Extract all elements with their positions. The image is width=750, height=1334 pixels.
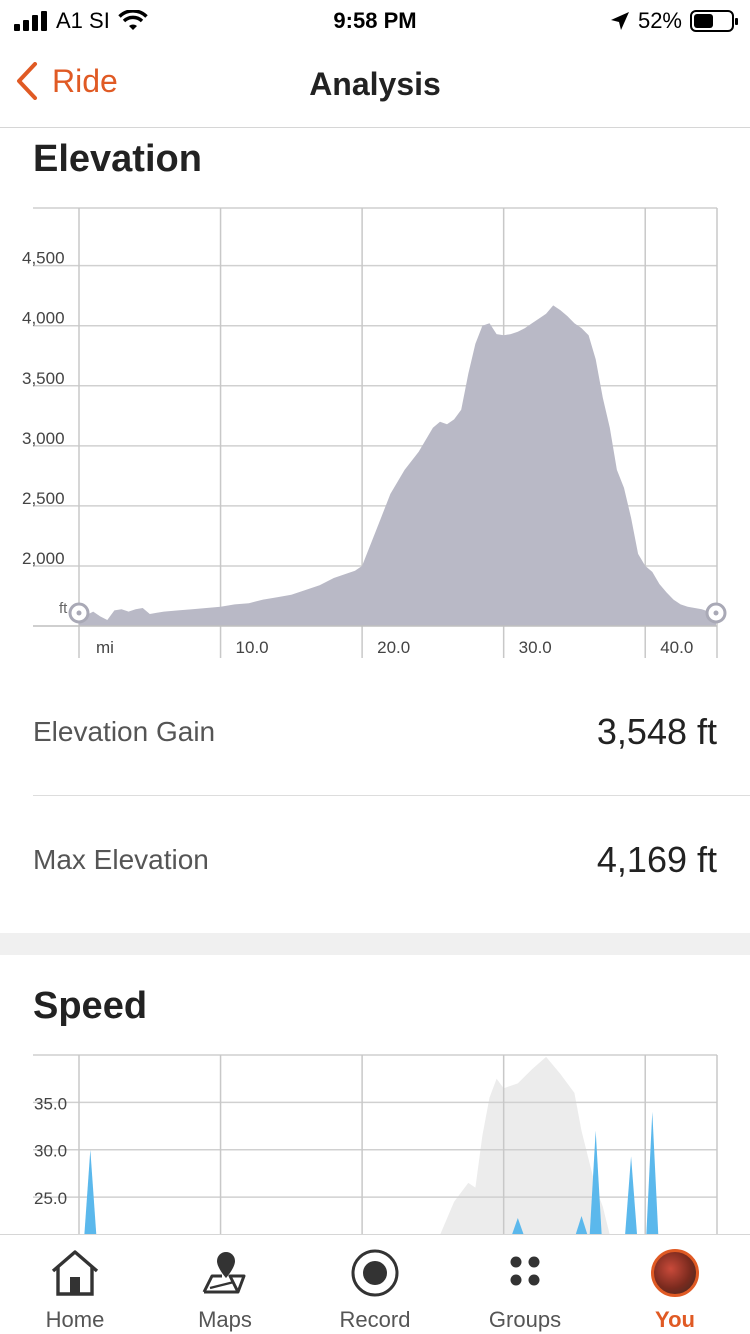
elevation-area: [79, 305, 716, 626]
tab-label: Record: [339, 1307, 411, 1332]
tab-record[interactable]: Record: [300, 1235, 450, 1334]
status-bar: A1 SI 9:58 PM 52%: [0, 0, 750, 40]
navigation-bar: Ride Analysis: [0, 40, 750, 128]
tab-label: Home: [45, 1307, 105, 1332]
tab-maps[interactable]: Maps: [150, 1235, 300, 1334]
max-elevation-row: Max Elevation 4,169 ft: [33, 820, 717, 900]
y-unit-label: ft: [59, 600, 68, 617]
tab-label: Maps: [198, 1307, 252, 1332]
elevation-chart[interactable]: 4,500 4,000 3,500 3,000 2,500 2,000 ft mi 10.0 20…: [0, 200, 750, 670]
avatar: [651, 1249, 699, 1297]
y-tick-label: 25.0: [34, 1189, 67, 1208]
max-elevation-label: Max Elevation: [33, 844, 209, 875]
tab-you[interactable]: You: [600, 1235, 750, 1334]
elevation-gain-row: Elevation Gain 3,548 ft: [33, 692, 717, 772]
speed-title: Speed: [33, 985, 148, 1027]
x-unit-label: mi: [96, 638, 114, 657]
tab-label: You: [655, 1307, 695, 1332]
avatar-wrapper: [649, 1247, 701, 1299]
battery-percent: 52%: [637, 8, 682, 33]
x-tick-label: 20.0: [377, 638, 410, 657]
y-tick-label: 2,500: [22, 489, 65, 508]
tab-bar: Home Maps Record Groups You: [0, 1234, 750, 1334]
maps-icon: [199, 1247, 251, 1299]
speed-spike: [625, 1156, 638, 1235]
battery-icon: [690, 10, 738, 32]
location-arrow-icon: [610, 12, 629, 30]
battery-level: [694, 14, 713, 28]
y-tick-label: 30.0: [34, 1142, 67, 1161]
record-icon: [349, 1247, 401, 1299]
elevation-gain-value: 3,548 ft: [596, 711, 717, 752]
page-title: Analysis: [309, 66, 441, 102]
x-tick-label: 10.0: [236, 638, 269, 657]
tab-label: Groups: [488, 1307, 562, 1332]
status-right: 52%: [610, 8, 738, 34]
y-tick-label: 4,000: [22, 309, 65, 328]
speed-spike: [646, 1111, 659, 1235]
tab-groups[interactable]: Groups: [450, 1235, 600, 1334]
y-tick-label: 3,500: [22, 369, 65, 388]
groups-icon: [499, 1247, 551, 1299]
y-tick-label: 3,000: [22, 429, 65, 448]
max-elevation-value: 4,169 ft: [596, 839, 717, 880]
elevation-overlay-area: [439, 1056, 610, 1235]
tab-home[interactable]: Home: [0, 1235, 150, 1334]
y-tick-label: 4,500: [22, 249, 65, 268]
section-separator: [0, 933, 750, 955]
speed-spike: [84, 1149, 97, 1235]
y-tick-label: 35.0: [34, 1094, 67, 1113]
speed-chart[interactable]: 35.0 30.0 25.0: [0, 1045, 750, 1235]
x-tick-label: 30.0: [519, 638, 552, 657]
divider: [33, 795, 750, 796]
x-tick-label: 40.0: [660, 638, 693, 657]
elevation-gain-label: Elevation Gain: [33, 716, 216, 747]
handle-dot: [713, 610, 719, 616]
home-icon: [49, 1247, 101, 1299]
y-tick-label: 2,000: [22, 549, 65, 568]
handle-dot: [76, 610, 82, 616]
elevation-title: Elevation: [33, 138, 202, 180]
